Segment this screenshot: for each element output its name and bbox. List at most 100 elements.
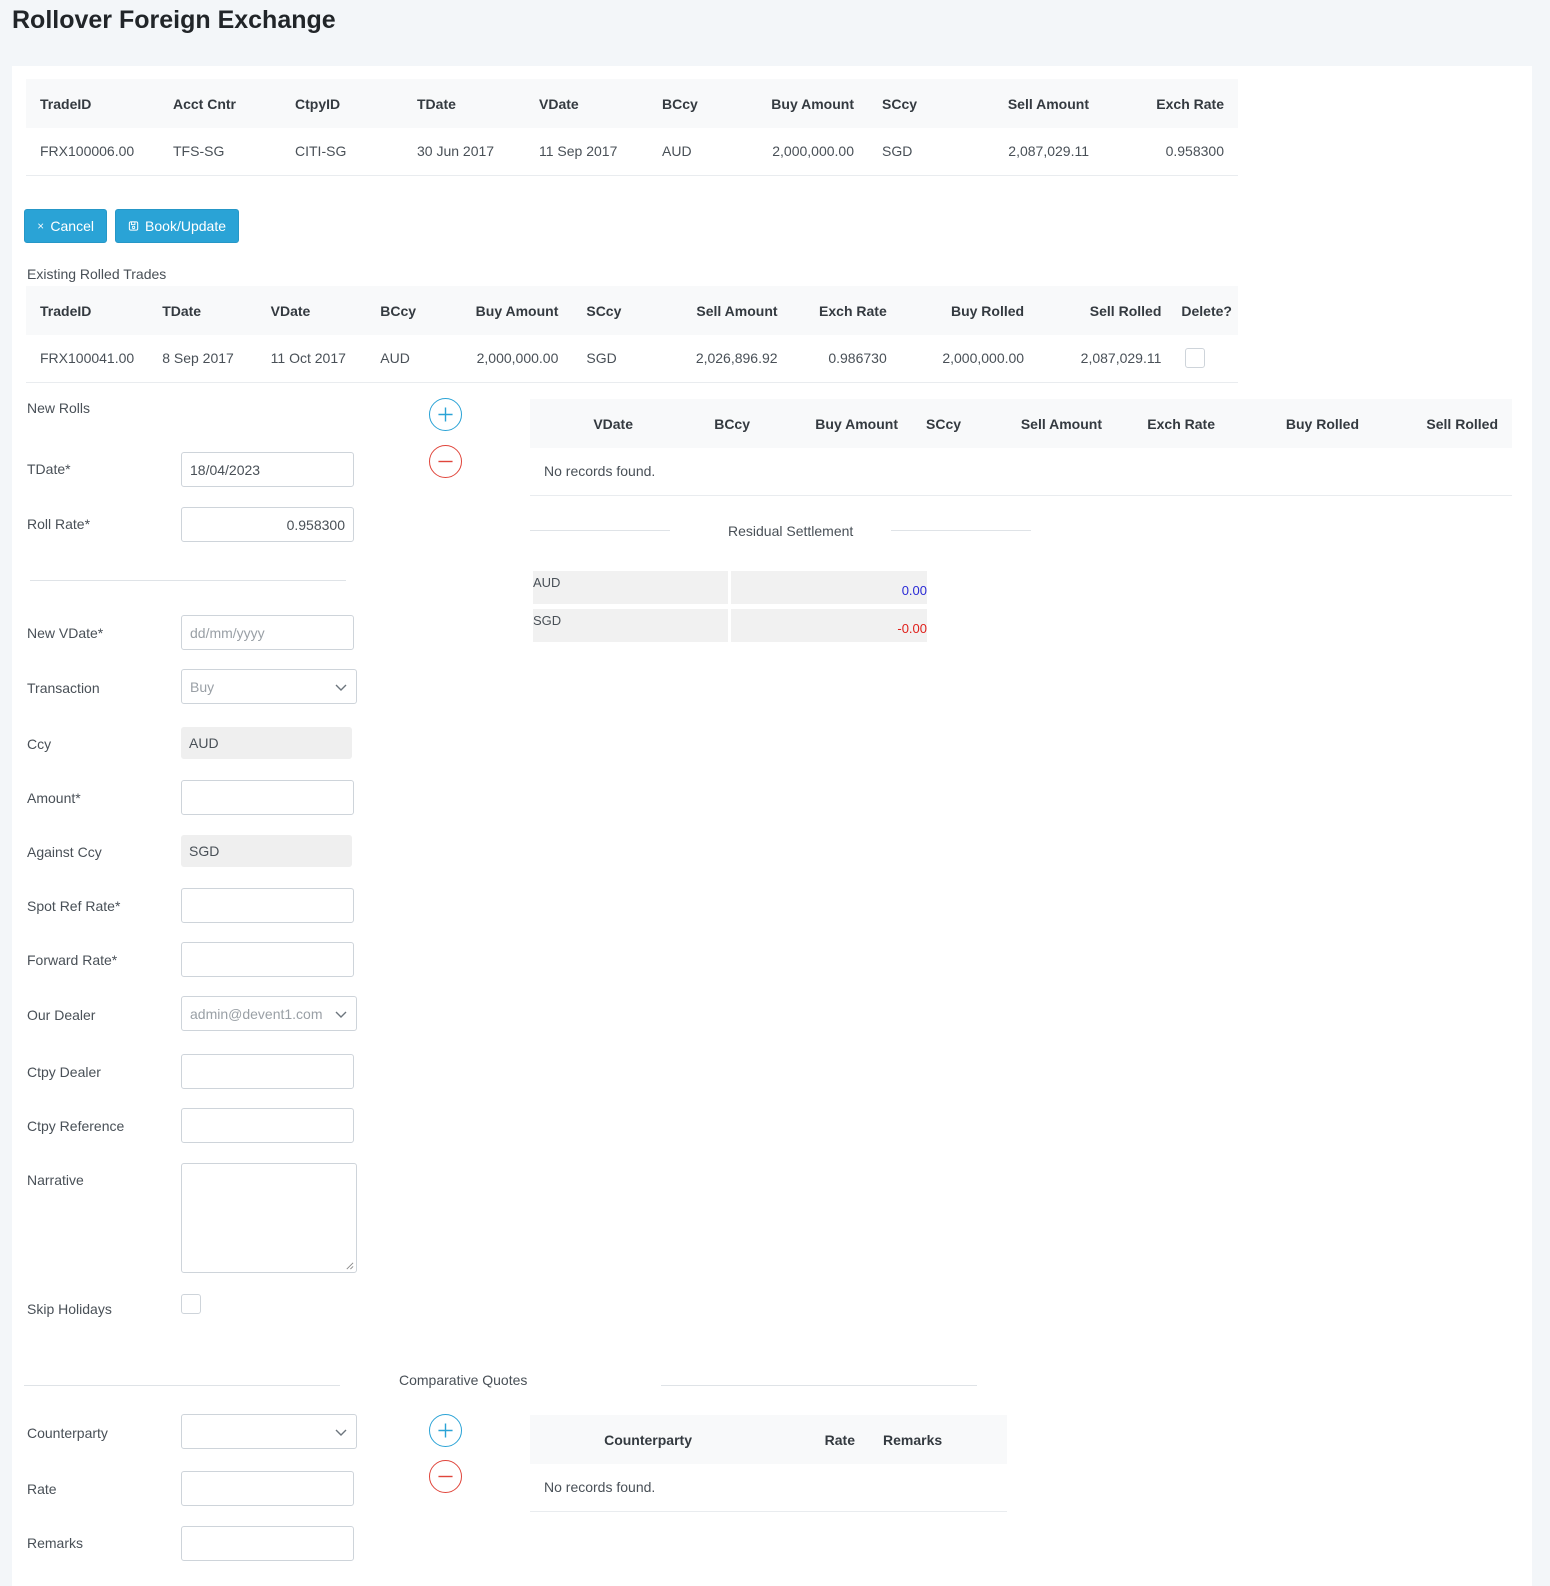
residual-value-sgd: -0.00 [731, 609, 927, 642]
against-ccy-label: Against Ccy [27, 844, 102, 860]
rate-label: Rate [27, 1481, 57, 1497]
spot-ref-rate-input[interactable] [181, 888, 354, 923]
existing-rolled-table: TradeID TDate VDate BCcy Buy Amount SCcy… [26, 286, 1238, 383]
cell-tradeid: FRX100006.00 [26, 128, 159, 176]
col-exch-rate: Exch Rate [791, 286, 901, 335]
col-bccy: BCcy [366, 286, 446, 335]
cell-ctpyid: CITI-SG [281, 128, 403, 176]
our-dealer-select[interactable]: admin@devent1.com [181, 996, 357, 1031]
cell-vdate: 11 Oct 2017 [256, 335, 367, 383]
table-row[interactable]: FRX100041.00 8 Sep 2017 11 Oct 2017 AUD … [26, 335, 1238, 383]
new-vdate-input[interactable]: dd/mm/yyyy [181, 615, 354, 650]
add-roll-button[interactable] [429, 398, 462, 431]
remove-roll-button[interactable] [429, 445, 462, 478]
col-counterparty: Counterparty [530, 1415, 706, 1464]
residual-caption: Residual Settlement [728, 523, 854, 539]
add-quote-button[interactable] [429, 1414, 462, 1447]
remarks-label: Remarks [27, 1535, 84, 1551]
col-sell-rolled: Sell Rolled [1373, 399, 1512, 448]
rollrate-input[interactable]: 0.958300 [181, 507, 354, 542]
against-ccy-value: SGD [181, 835, 352, 867]
ccy-value: AUD [181, 727, 352, 759]
tdate-input[interactable]: 18/04/2023 [181, 452, 354, 487]
ctpy-dealer-input[interactable] [181, 1054, 354, 1089]
cell-buy-rolled: 2,000,000.00 [900, 335, 1039, 383]
book-update-button[interactable]: Book/Update [115, 209, 239, 243]
minus-icon [438, 460, 453, 463]
tdate-label: TDate* [27, 461, 71, 477]
forward-rate-label: Forward Rate* [27, 952, 118, 968]
new-vdate-label: New VDate* [27, 625, 104, 641]
new-rolls-caption: New Rolls [27, 400, 91, 416]
rate-input[interactable] [181, 1471, 354, 1506]
transaction-select[interactable]: Buy [181, 669, 357, 704]
existing-rolled-caption: Existing Rolled Trades [27, 266, 167, 282]
remarks-input[interactable] [181, 1526, 354, 1561]
col-tradeid: TradeID [26, 286, 149, 335]
cancel-button[interactable]: Cancel [24, 209, 107, 243]
rollrate-label: Roll Rate* [27, 516, 91, 532]
book-update-label: Book/Update [145, 218, 226, 234]
spot-ref-rate-label: Spot Ref Rate* [27, 898, 121, 914]
cell-sccy: SGD [572, 335, 652, 383]
col-vdate: VDate [525, 79, 648, 128]
quotes-table: Counterparty Rate Remarks No records fou… [530, 1415, 1007, 1512]
col-vdate: VDate [256, 286, 367, 335]
empty-row: No records found. [530, 448, 1512, 496]
col-sccy: SCcy [912, 399, 1006, 448]
col-delete: Delete? [1175, 286, 1238, 335]
plus-icon [438, 1423, 453, 1438]
col-sell-amount: Sell Amount [1006, 399, 1116, 448]
col-tdate: TDate [403, 79, 525, 128]
col-exch-rate: Exch Rate [1103, 79, 1238, 128]
empty-message: No records found. [530, 1464, 1007, 1512]
counterparty-select[interactable] [181, 1414, 357, 1449]
amount-label: Amount* [27, 790, 81, 806]
chevron-down-icon [335, 1429, 347, 1436]
chevron-down-icon [335, 1011, 347, 1018]
cell-tradeid: FRX100041.00 [26, 335, 149, 383]
residual-ccy-aud: AUD [533, 571, 728, 604]
skip-holidays-label: Skip Holidays [27, 1301, 112, 1317]
col-ctpyid: CtpyID [281, 79, 403, 128]
residual-divider-right [891, 530, 1031, 531]
col-exch-rate: Exch Rate [1116, 399, 1229, 448]
transaction-label: Transaction [27, 680, 100, 696]
skip-holidays-checkbox[interactable] [181, 1294, 201, 1314]
resize-handle-icon [346, 1262, 354, 1270]
cancel-label: Cancel [50, 218, 94, 234]
col-buy-amount: Buy Amount [728, 79, 868, 128]
amount-input[interactable] [181, 780, 354, 815]
empty-row: No records found. [530, 1464, 1007, 1512]
col-bccy: BCcy [647, 399, 764, 448]
new-rolls-table: VDate BCcy Buy Amount SCcy Sell Amount E… [530, 399, 1512, 496]
form-divider [30, 580, 346, 581]
narrative-textarea[interactable] [181, 1163, 357, 1273]
counterparty-label: Counterparty [27, 1425, 108, 1441]
transaction-value: Buy [190, 678, 215, 695]
cell-sell-amount: 2,087,029.11 [963, 128, 1103, 176]
delete-checkbox[interactable] [1185, 348, 1206, 369]
quotes-caption: Comparative Quotes [399, 1372, 528, 1388]
col-vdate: VDate [530, 399, 647, 448]
forward-rate-input[interactable] [181, 942, 354, 977]
close-icon [38, 223, 44, 229]
cell-exch-rate: 0.986730 [791, 335, 901, 383]
ctpy-reference-input[interactable] [181, 1108, 354, 1143]
remove-quote-button[interactable] [429, 1460, 462, 1493]
col-sccy: SCcy [868, 79, 963, 128]
ctpy-dealer-label: Ctpy Dealer [27, 1064, 101, 1080]
trade-table: TradeID Acct Cntr CtpyID TDate VDate BCc… [26, 79, 1238, 176]
table-row[interactable]: FRX100006.00 TFS-SG CITI-SG 30 Jun 2017 … [26, 128, 1238, 176]
cell-tdate: 8 Sep 2017 [148, 335, 257, 383]
cell-sccy: SGD [868, 128, 963, 176]
plus-icon [438, 407, 453, 422]
cell-buy-amount: 2,000,000.00 [445, 335, 573, 383]
cell-buy-amount: 2,000,000.00 [728, 128, 868, 176]
col-sell-amount: Sell Amount [963, 79, 1103, 128]
ccy-label: Ccy [27, 736, 52, 752]
residual-ccy-sgd: SGD [533, 609, 728, 642]
cell-bccy: AUD [366, 335, 446, 383]
cell-acct-cntr: TFS-SG [159, 128, 281, 176]
col-tdate: TDate [148, 286, 257, 335]
